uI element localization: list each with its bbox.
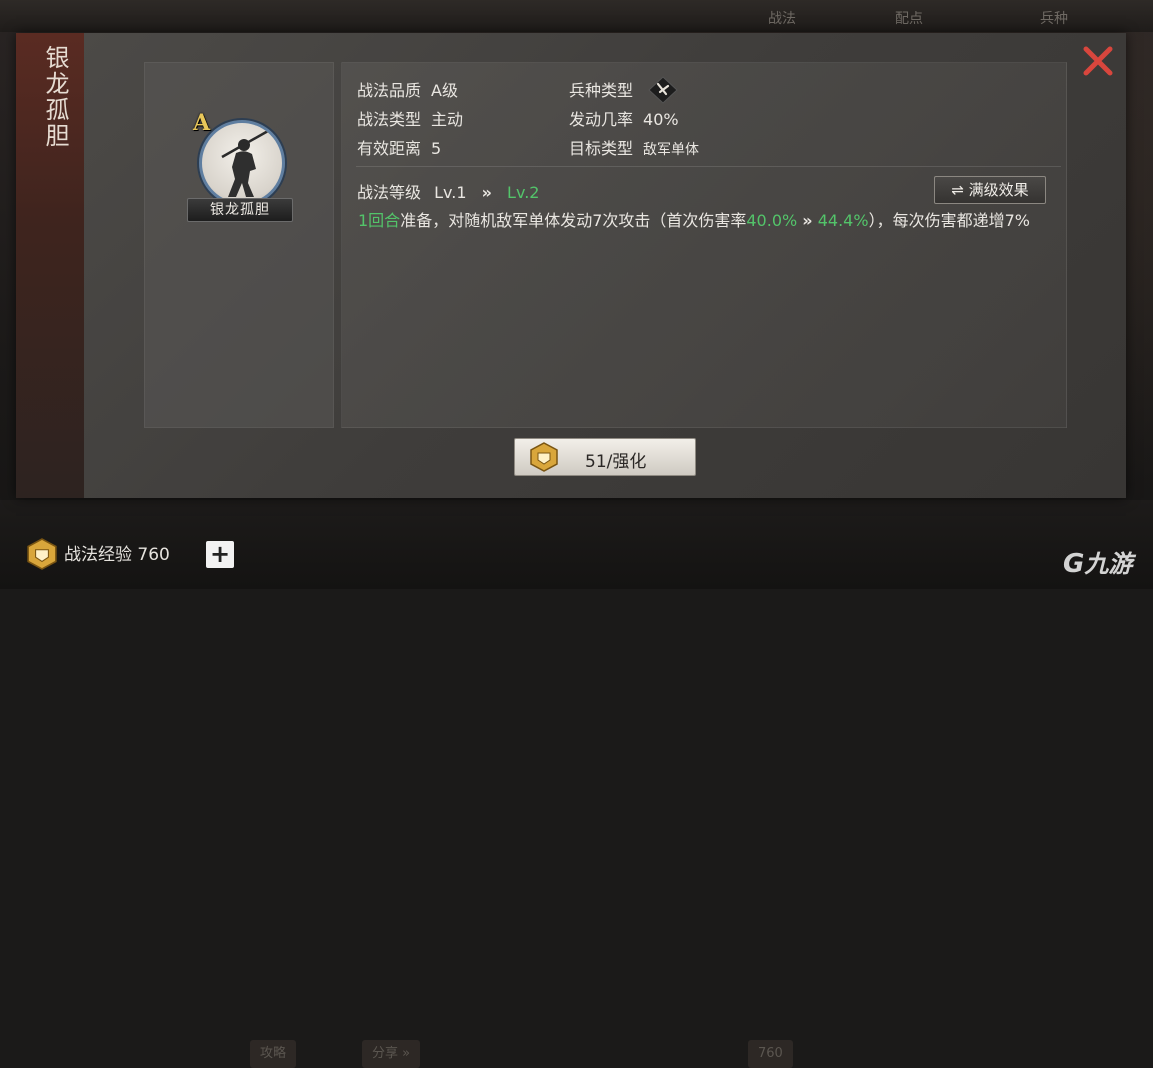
level-current: Lv.1 (434, 183, 467, 202)
full-level-effect-button[interactable]: ⇌ 满级效果 (934, 176, 1046, 204)
close-button[interactable] (1082, 45, 1114, 77)
attr-quality: 战法品质 A级 (357, 77, 458, 101)
watermark-logo-icon: G (1063, 549, 1085, 579)
attr-label: 兵种类型 (569, 81, 634, 100)
attr-skill-type: 战法类型 主动 (357, 106, 463, 130)
background-cost-button: 760 (748, 1040, 793, 1068)
background-guide-button: 攻略 (250, 1040, 297, 1068)
skill-level-row: 战法等级 Lv.1 » Lv.2 (357, 179, 539, 203)
level-next: Lv.2 (507, 183, 540, 202)
attr-range: 有效距离 5 (357, 135, 441, 159)
watermark-text: 九游 (1084, 550, 1133, 578)
attr-trigger-rate: 发动几率 40% (569, 106, 679, 130)
attr-troop-type: 兵种类型 (569, 75, 678, 106)
level-label: 战法等级 (357, 183, 422, 202)
desc-text-end: ），每次伤害都递增7% (868, 211, 1030, 230)
title-strip: 银龙孤胆 (16, 33, 84, 498)
attr-value: 敌军单体 (643, 142, 700, 158)
attr-label: 战法品质 (357, 81, 422, 100)
attr-value: 主动 (431, 110, 464, 129)
warrior-silhouette-icon (221, 129, 269, 197)
close-icon (1083, 46, 1113, 76)
skill-detail-dialog: 银龙孤胆 A 银龙孤胆 战法品质 A级 兵种类型 战法类型 主动 发动几率 40… (16, 33, 1126, 498)
attr-target-type: 目标类型 敌军单体 (569, 135, 699, 159)
skill-icon-panel: A 银龙孤胆 (144, 62, 334, 428)
skill-description: 1回合准备，对随机敌军单体发动7次攻击（首次伤害率40.0% » 44.4%），… (358, 209, 1048, 232)
troop-type-icon (648, 75, 678, 104)
attr-label: 发动几率 (569, 110, 634, 129)
skill-grade-letter: A (193, 110, 211, 136)
desc-rate-next: 44.4% (817, 211, 869, 230)
skill-exp-label: 战法经验 760 (64, 545, 170, 565)
background-top-bar: 战法 配点 兵种 (0, 0, 1153, 32)
watermark: G九游 (1063, 544, 1132, 579)
attr-value: 40% (643, 110, 679, 129)
level-arrow: » (481, 183, 492, 202)
swap-icon: ⇌ (951, 181, 964, 199)
attr-value: A级 (431, 81, 458, 100)
dialog-title: 银龙孤胆 (41, 45, 69, 149)
skill-icon: A 银龙孤胆 (187, 110, 293, 228)
skill-exp-icon (27, 538, 57, 570)
desc-text: 准备，对随机敌军单体发动7次攻击（首次伤害率 (400, 211, 747, 230)
attr-label: 有效距离 (357, 139, 422, 158)
background-tab: 兵种 (1040, 11, 1068, 27)
desc-round: 1回合 (358, 211, 401, 230)
background-tab: 配点 (895, 11, 923, 27)
desc-arrow: » (802, 211, 813, 230)
enhance-button[interactable]: 51/强化 (514, 438, 696, 476)
enhance-label: 51/强化 (585, 452, 647, 472)
attr-label: 目标类型 (569, 139, 634, 158)
add-exp-button[interactable]: + (206, 541, 234, 568)
skill-portrait (199, 120, 285, 206)
skill-name-plate: 银龙孤胆 (187, 198, 293, 222)
full-level-effect-label: 满级效果 (968, 181, 1029, 199)
background-share-button: 分享 » (362, 1040, 421, 1068)
skill-exp-display: 战法经验 760 (26, 538, 170, 575)
desc-rate-current: 40.0% (746, 211, 798, 230)
background-bottom-bar: 攻略 分享 » 760 (0, 500, 1153, 1068)
divider (356, 166, 1061, 167)
attr-value: 5 (431, 139, 442, 158)
background-tab: 战法 (768, 11, 796, 27)
skill-exp-icon (530, 442, 558, 472)
attr-label: 战法类型 (357, 110, 422, 129)
